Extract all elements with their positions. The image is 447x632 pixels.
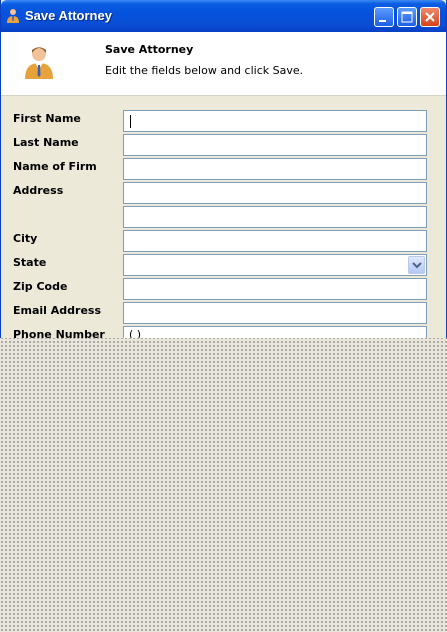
state-dropdown-button[interactable] [408,256,425,274]
last-name-label: Last Name [13,136,79,149]
window-title: Save Attorney [25,8,112,23]
state-select[interactable] [123,254,427,276]
city-field[interactable] [123,230,427,252]
phone-label: Phone Number [13,328,105,338]
close-button[interactable] [420,7,440,27]
zip-code-label: Zip Code [13,280,68,293]
save-attorney-window: Save Attorney Save Attorney Edit the fie… [0,0,447,338]
user-icon [7,9,19,23]
close-icon [425,12,435,22]
maximize-icon [401,11,413,23]
firm-name-label: Name of Firm [13,160,97,173]
minimize-button[interactable] [374,7,394,27]
header-subtitle: Edit the fields below and click Save. [105,64,304,77]
phone-field[interactable]: ( ) [123,326,427,338]
attorney-user-icon [25,47,53,79]
email-field[interactable] [123,302,427,324]
email-label: Email Address [13,304,102,317]
last-name-field[interactable] [123,134,427,156]
state-label: State [13,256,47,269]
minimize-icon [379,20,386,22]
firm-name-field[interactable] [123,158,427,180]
city-label: City [13,232,38,245]
header-title: Save Attorney [105,43,194,56]
phone-mask: ( ) [129,328,142,338]
address-line2-field[interactable] [123,206,427,228]
first-name-field[interactable] [123,110,427,132]
title-bar[interactable]: Save Attorney [1,0,446,32]
text-cursor [130,115,131,128]
dialog-header: Save Attorney Edit the fields below and … [1,32,446,96]
maximize-button[interactable] [397,7,417,27]
chevron-down-icon [412,262,422,269]
address-line1-field[interactable] [123,182,427,204]
address-label: Address [13,184,64,197]
first-name-label: First Name [13,112,81,125]
zip-code-field[interactable] [123,278,427,300]
